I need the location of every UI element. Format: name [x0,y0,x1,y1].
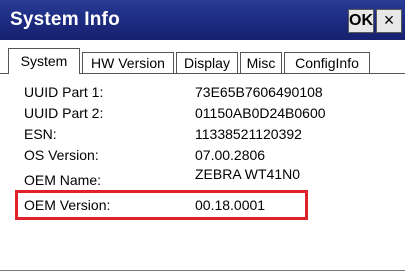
window-title: System Info [10,9,120,30]
info-row-oem-name: OEM Name: ZEBRA WT41N0 [0,166,405,188]
info-value: ZEBRA WT41N0 [195,166,301,182]
info-value: 73E65B7606490108 [195,84,323,100]
oem-version-highlight [15,190,308,220]
info-label: OS Version: [24,147,99,163]
info-value: 01150AB0D24B0600 [195,105,326,121]
ok-button[interactable]: OK [348,9,374,33]
info-row-os-version: OS Version: 07.00.2806 [0,147,405,167]
title-bar: System Info OK × [0,0,405,40]
tab-system[interactable]: System [8,48,80,75]
close-button[interactable]: × [376,9,402,33]
info-row-uuid-part-2: UUID Part 2: 01150AB0D24B0600 [0,105,405,125]
tab-hw-version[interactable]: HW Version [82,52,174,74]
info-value: 07.00.2806 [195,147,266,163]
info-row-esn: ESN: 11338521120392 [0,126,405,146]
info-label: UUID Part 1: [24,84,104,100]
tab-configinfo[interactable]: ConfigInfo [284,52,370,74]
info-label: OEM Name: [24,172,102,188]
system-info-window: System Info OK × System HW Version Displ… [0,0,405,271]
info-value: 11338521120392 [195,126,302,142]
tab-misc[interactable]: Misc [240,52,282,74]
info-label: ESN: [24,126,57,142]
info-row-uuid-part-1: UUID Part 1: 73E65B7606490108 [0,84,405,104]
info-label: UUID Part 2: [24,105,104,121]
tab-display[interactable]: Display [176,52,238,74]
